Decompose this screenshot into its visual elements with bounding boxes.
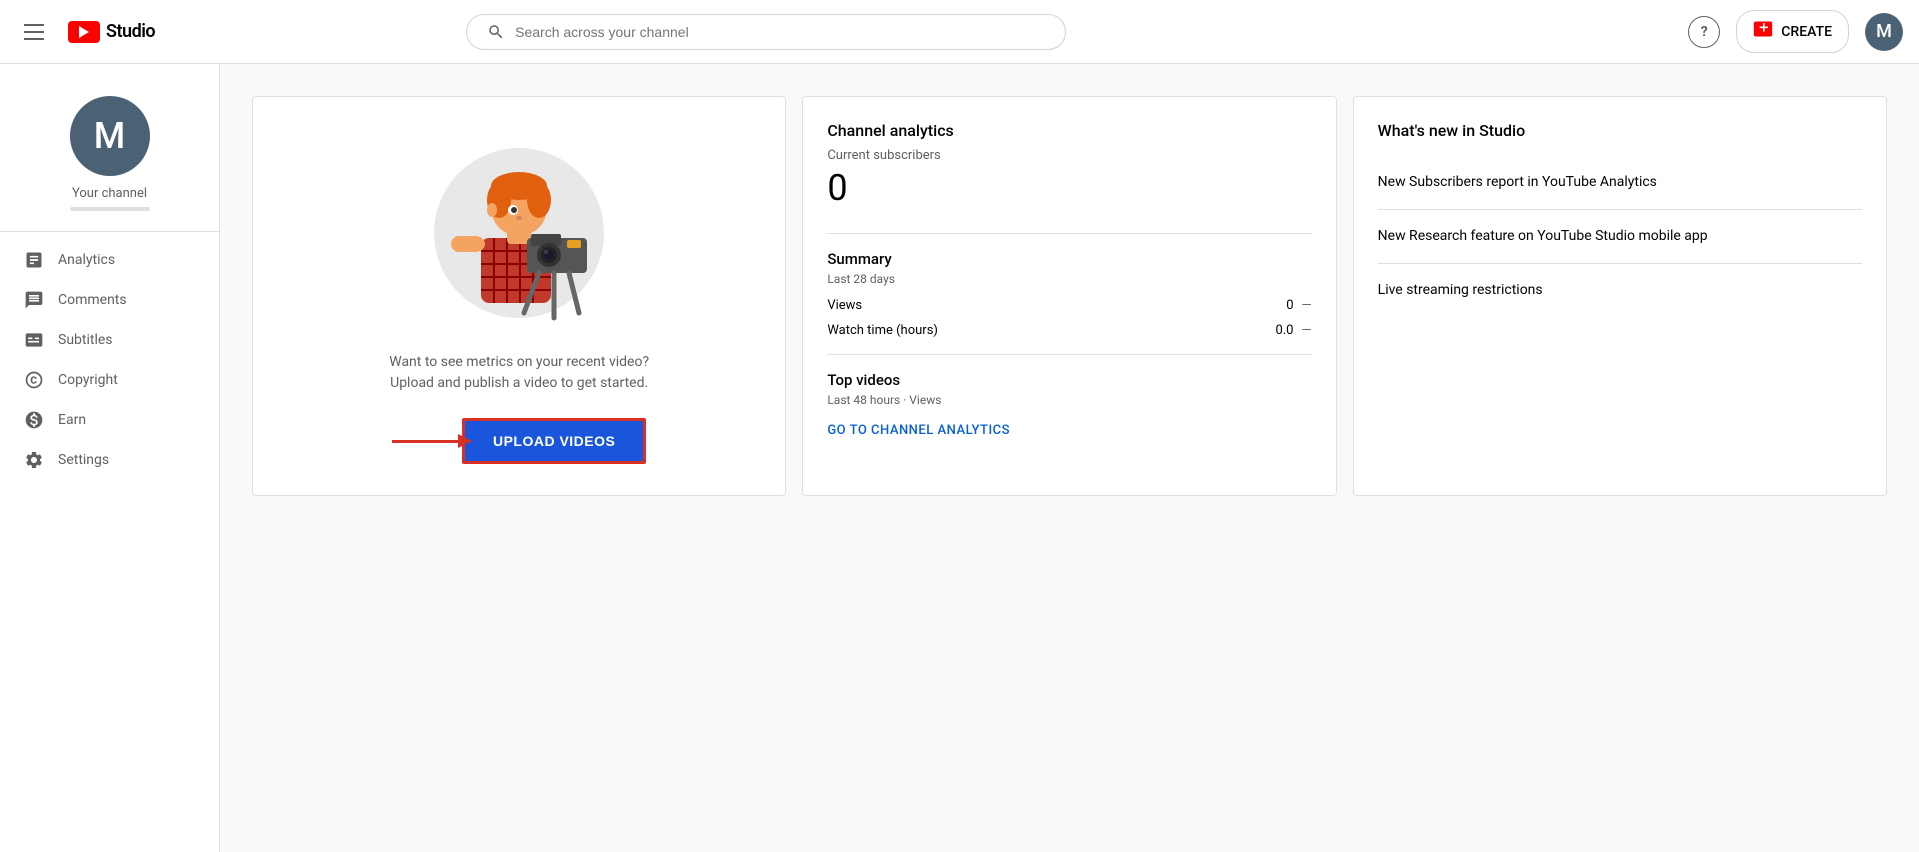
sidebar-channel-bar [70, 207, 150, 211]
watch-time-row: Watch time (hours) 0.0 — [827, 323, 1311, 338]
views-label: Views [827, 298, 862, 313]
youtube-icon [68, 21, 100, 43]
settings-label: Settings [58, 452, 109, 468]
gear-icon [24, 450, 44, 470]
analytics-card-title: Channel analytics [827, 121, 1311, 140]
views-row: Views 0 — [827, 298, 1311, 313]
copyright-icon [24, 370, 44, 390]
sidebar-avatar: M [70, 96, 150, 176]
subtitles-icon [24, 330, 44, 350]
summary-title: Summary [827, 250, 1311, 268]
goto-analytics-link[interactable]: GO TO CHANNEL ANALYTICS [827, 423, 1311, 438]
logo[interactable]: Studio [68, 21, 155, 43]
sidebar-item-settings[interactable]: Settings [0, 440, 219, 480]
search-bar [466, 14, 1066, 50]
create-label: CREATE [1781, 24, 1832, 40]
help-button[interactable]: ? [1688, 16, 1720, 48]
search-input[interactable] [515, 24, 1045, 40]
subscribers-label: Current subscribers [827, 148, 1311, 163]
sidebar-item-subtitles[interactable]: Subtitles [0, 320, 219, 360]
copyright-label: Copyright [58, 372, 118, 388]
analytics-divider-2 [827, 354, 1311, 355]
search-icon [487, 23, 505, 41]
create-button[interactable]: CREATE [1736, 10, 1849, 53]
earn-label: Earn [58, 412, 86, 428]
comments-label: Comments [58, 292, 127, 308]
news-item-2[interactable]: New Research feature on YouTube Studio m… [1378, 210, 1862, 264]
top-videos-period: Last 48 hours · Views [827, 393, 1311, 407]
sidebar-item-copyright[interactable]: Copyright [0, 360, 219, 400]
top-videos-title: Top videos [827, 371, 1311, 389]
subscribers-value: 0 [827, 167, 1311, 209]
whatsnew-card: What's new in Studio New Subscribers rep… [1353, 96, 1887, 496]
views-value: 0 — [1286, 298, 1311, 313]
analytics-divider [827, 233, 1311, 234]
create-icon [1753, 19, 1773, 44]
analytics-label: Analytics [58, 252, 115, 268]
upload-text: Want to see metrics on your recent video… [389, 352, 649, 394]
topnav: Studio ? CREATE M [0, 0, 1919, 64]
comment-icon [24, 290, 44, 310]
upload-card: Want to see metrics on your recent video… [252, 96, 786, 496]
upload-illustration [419, 128, 619, 328]
news-item-1[interactable]: New Subscribers report in YouTube Analyt… [1378, 156, 1862, 210]
arrow-btn-wrapper: UPLOAD VIDEOS [392, 418, 646, 464]
news-text-1: New Subscribers report in YouTube Analyt… [1378, 172, 1862, 193]
sidebar-item-analytics[interactable]: Analytics [0, 240, 219, 280]
news-item-3[interactable]: Live streaming restrictions [1378, 264, 1862, 317]
sidebar-channel-label: Your channel [72, 186, 147, 201]
news-text-2: New Research feature on YouTube Studio m… [1378, 226, 1862, 247]
subtitles-label: Subtitles [58, 332, 113, 348]
logo-text: Studio [106, 21, 155, 42]
sidebar-item-comments[interactable]: Comments [0, 280, 219, 320]
sidebar-item-earn[interactable]: Earn [0, 400, 219, 440]
sidebar: M Your channel Analytics Comments Subtit… [0, 64, 220, 852]
news-text-3: Live streaming restrictions [1378, 280, 1862, 301]
hamburger-menu[interactable] [16, 16, 52, 48]
sidebar-profile: M Your channel [0, 80, 219, 232]
user-avatar[interactable]: M [1865, 13, 1903, 51]
watch-time-value: 0.0 — [1275, 323, 1311, 338]
whatsnew-title: What's new in Studio [1378, 121, 1862, 140]
upload-videos-button[interactable]: UPLOAD VIDEOS [462, 418, 646, 464]
dashboard-grid: Want to see metrics on your recent video… [252, 96, 1887, 496]
summary-period: Last 28 days [827, 272, 1311, 286]
main-content: Channel dashboard [220, 0, 1919, 528]
analytics-icon [24, 250, 44, 270]
analytics-card: Channel analytics Current subscribers 0 … [802, 96, 1336, 496]
dollar-icon [24, 410, 44, 430]
watch-time-label: Watch time (hours) [827, 323, 938, 338]
